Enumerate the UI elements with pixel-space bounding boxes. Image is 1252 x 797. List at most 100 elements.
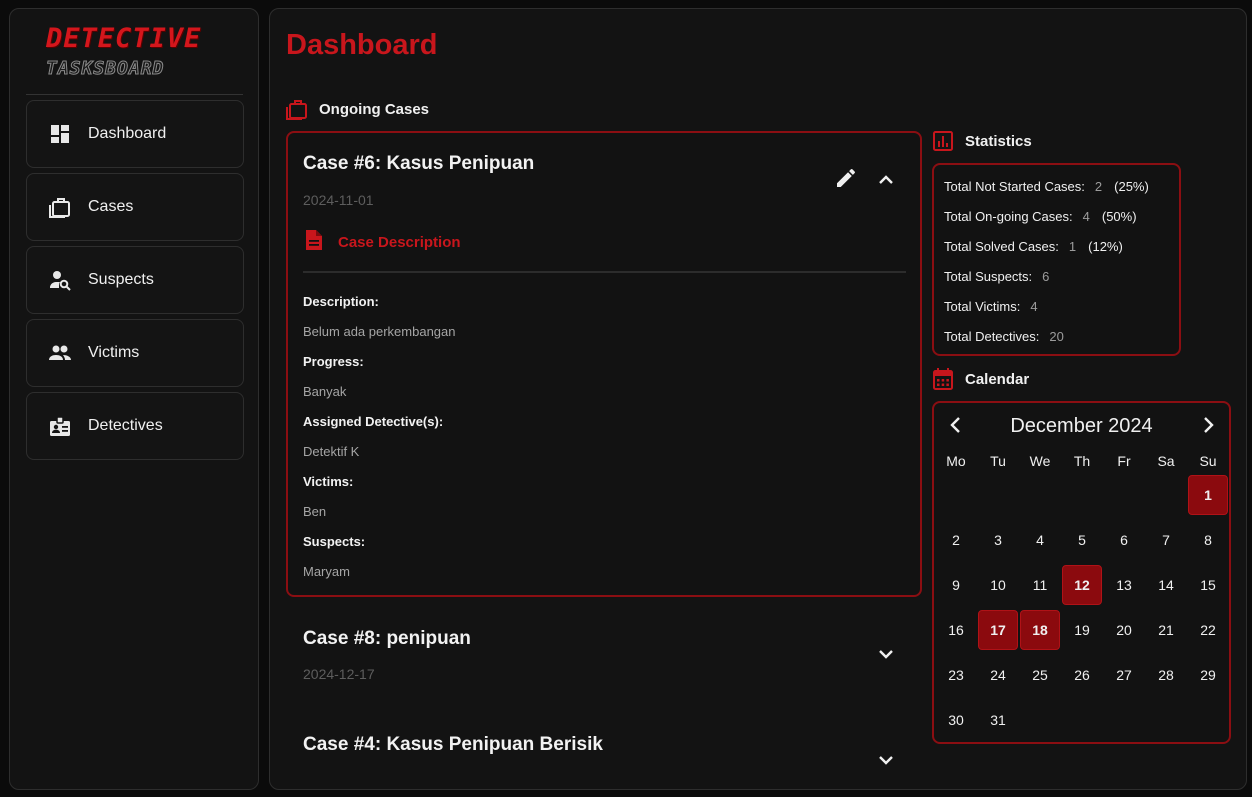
stat-row: Total Victims: 4 xyxy=(944,299,1038,314)
calendar-day[interactable]: 13 xyxy=(1104,565,1144,605)
calendar-day[interactable]: 7 xyxy=(1146,520,1186,560)
sidebar-item-victims[interactable]: Victims xyxy=(26,319,244,387)
chevron-down-icon xyxy=(874,650,898,670)
briefcase-icon xyxy=(49,196,71,218)
victims-label: Victims: xyxy=(303,474,354,489)
calendar-day[interactable]: 2 xyxy=(936,520,976,560)
weekday-label: Su xyxy=(1199,453,1217,469)
case-card-collapsed[interactable]: Case #4: Kasus Penipuan Berisik xyxy=(286,734,922,789)
section-label: Calendar xyxy=(965,370,1030,388)
calendar-day[interactable]: 16 xyxy=(936,610,976,650)
calendar-day[interactable]: 4 xyxy=(1020,520,1060,560)
calendar-day[interactable]: 29 xyxy=(1188,655,1228,695)
stat-label: Total Detectives: xyxy=(944,329,1040,344)
stat-label: Total Solved Cases: xyxy=(944,239,1059,254)
weekday-label: Fr xyxy=(1117,453,1131,469)
calendar-day[interactable]: 26 xyxy=(1062,655,1102,695)
assigned-detectives-value: Detektif K xyxy=(303,444,360,459)
divider xyxy=(303,271,906,273)
statistics-panel: Total Not Started Cases: 2 (25%) Total O… xyxy=(932,163,1181,356)
collapse-button[interactable] xyxy=(874,168,898,192)
calendar-day[interactable]: 10 xyxy=(978,565,1018,605)
sidebar-item-cases[interactable]: Cases xyxy=(26,173,244,241)
section-label: Statistics xyxy=(965,132,1032,150)
badge-icon xyxy=(49,415,71,437)
stat-row: Total Solved Cases: 1 (12%) xyxy=(944,239,1123,254)
case-title: Case #6: Kasus Penipuan xyxy=(303,153,535,174)
chevron-down-icon xyxy=(874,756,898,776)
calendar-day[interactable]: 27 xyxy=(1104,655,1144,695)
expand-button[interactable] xyxy=(874,748,898,772)
calendar-day[interactable]: 24 xyxy=(978,655,1018,695)
stat-row: Total On-going Cases: 4 (50%) xyxy=(944,209,1137,224)
ongoing-cases-header: Ongoing Cases xyxy=(286,98,429,120)
calendar-day[interactable]: 6 xyxy=(1104,520,1144,560)
assigned-detectives-label: Assigned Detective(s): xyxy=(303,414,444,429)
calendar-day-marked[interactable]: 17 xyxy=(978,610,1018,650)
sidebar-item-label: Victims xyxy=(88,344,140,361)
sidebar-item-suspects[interactable]: Suspects xyxy=(26,246,244,314)
calendar-day[interactable]: 3 xyxy=(978,520,1018,560)
case-description-label: Case Description xyxy=(338,234,461,251)
app-logo[interactable]: DETECTIVE TASKSBOARD xyxy=(44,21,214,83)
next-month-button[interactable] xyxy=(1198,415,1218,435)
calendar-day-marked[interactable]: 1 xyxy=(1188,475,1228,515)
calendar-day[interactable]: 8 xyxy=(1188,520,1228,560)
dashboard-icon xyxy=(49,123,71,145)
stat-label: Total Not Started Cases: xyxy=(944,179,1085,194)
calendar-day-marked[interactable]: 12 xyxy=(1062,565,1102,605)
page-title: Dashboard xyxy=(286,29,438,61)
sidebar-item-dashboard[interactable]: Dashboard xyxy=(26,100,244,168)
stat-row: Total Not Started Cases: 2 (25%) xyxy=(944,179,1149,194)
stat-value: 20 xyxy=(1049,329,1064,344)
calendar-month-label: December 2024 xyxy=(1010,415,1153,437)
weekday-label: Tu xyxy=(990,453,1006,469)
calendar-day[interactable]: 25 xyxy=(1020,655,1060,695)
logo-subtitle: TASKSBOARD xyxy=(45,58,165,80)
document-icon xyxy=(304,229,324,256)
sidebar: DETECTIVE TASKSBOARD Dashboard Cases Sus… xyxy=(9,8,259,790)
calendar-day[interactable]: 9 xyxy=(936,565,976,605)
progress-value: Banyak xyxy=(303,384,347,399)
calendar-day[interactable]: 23 xyxy=(936,655,976,695)
pencil-icon xyxy=(834,168,858,194)
stat-percent: (12%) xyxy=(1088,239,1123,254)
briefcase-icon xyxy=(286,98,308,120)
stat-value: 2 xyxy=(1094,179,1103,194)
calendar-day[interactable]: 28 xyxy=(1146,655,1186,695)
description-label: Description: xyxy=(303,294,379,309)
calendar-day[interactable]: 20 xyxy=(1104,610,1144,650)
logo-title: DETECTIVE xyxy=(46,23,202,54)
stat-label: Total Suspects: xyxy=(944,269,1033,284)
weekday-label: We xyxy=(1029,453,1051,469)
calendar-day[interactable]: 11 xyxy=(1020,565,1060,605)
calendar-day[interactable]: 21 xyxy=(1146,610,1186,650)
calendar-day-marked[interactable]: 18 xyxy=(1020,610,1060,650)
bar-chart-icon xyxy=(932,130,954,152)
edit-button[interactable] xyxy=(834,166,858,190)
progress-label: Progress: xyxy=(303,354,364,369)
expand-button[interactable] xyxy=(874,642,898,666)
calendar-day[interactable]: 14 xyxy=(1146,565,1186,605)
stat-label: Total On-going Cases: xyxy=(944,209,1073,224)
calendar-header: Calendar xyxy=(932,368,1029,390)
sidebar-item-label: Dashboard xyxy=(88,125,167,142)
calendar-day[interactable]: 22 xyxy=(1188,610,1228,650)
case-card-collapsed[interactable]: Case #8: penipuan 2024-12-17 xyxy=(286,628,922,728)
case-title: Case #8: penipuan xyxy=(303,628,471,649)
calendar-day[interactable]: 5 xyxy=(1062,520,1102,560)
case-date: 2024-12-17 xyxy=(303,666,375,682)
stat-percent: (25%) xyxy=(1114,179,1149,194)
calendar-day[interactable]: 30 xyxy=(936,700,976,740)
weekday-label: Sa xyxy=(1157,453,1175,469)
calendar-day[interactable]: 31 xyxy=(978,700,1018,740)
calendar-day[interactable]: 19 xyxy=(1062,610,1102,650)
sidebar-item-label: Detectives xyxy=(88,417,163,434)
case-card-expanded: Case #6: Kasus Penipuan 2024-11-01 Case … xyxy=(286,131,922,597)
case-description-header: Case Description xyxy=(304,229,461,256)
calendar-day[interactable]: 15 xyxy=(1188,565,1228,605)
sidebar-item-detectives[interactable]: Detectives xyxy=(26,392,244,460)
calendar-widget: December 2024 Mo Tu We Th Fr Sa Su 1 2 3 4 5 6 7 8 9 10 1… xyxy=(932,401,1231,744)
stat-value: 4 xyxy=(1082,209,1090,224)
victims-value: Ben xyxy=(303,504,327,519)
